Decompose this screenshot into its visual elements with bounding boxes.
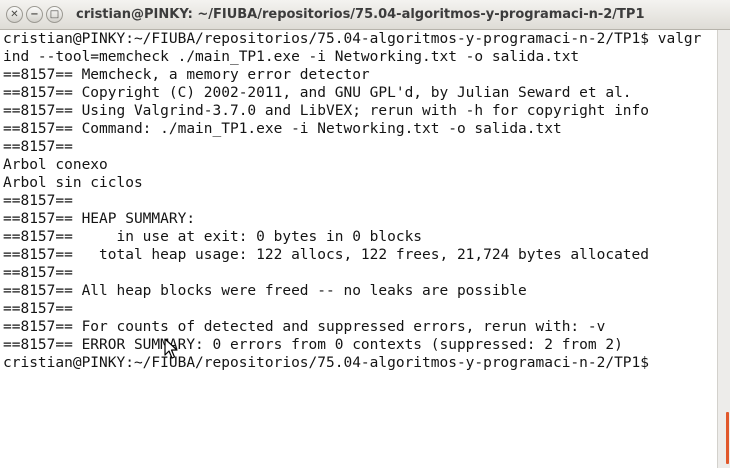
title-bar[interactable]: ✕ − □ cristian@PINKY: ~/FIUBA/repositori… [0, 0, 730, 30]
terminal-line: ==8157== in use at exit: 0 bytes in 0 bl… [3, 229, 423, 245]
terminal-line: ==8157== All heap blocks were freed -- n… [3, 283, 527, 299]
window-title: cristian@PINKY: ~/FIUBA/repositorios/75.… [76, 7, 645, 22]
terminal-line: ==8157== [3, 265, 73, 281]
terminal-line: ==8157== ERROR SUMMARY: 0 errors from 0 … [3, 337, 623, 353]
terminal-prompt: cristian@PINKY:~/FIUBA/repositorios/75.0… [3, 355, 650, 371]
terminal-window: ✕ − □ cristian@PINKY: ~/FIUBA/repositori… [0, 0, 730, 468]
terminal-line: cristian@PINKY:~/FIUBA/repositorios/75.0… [3, 31, 702, 47]
close-button[interactable]: ✕ [6, 6, 23, 23]
terminal-line: ==8157== [3, 139, 73, 155]
terminal-line: Arbol sin ciclos [3, 175, 143, 191]
terminal-line: Arbol conexo [3, 157, 108, 173]
terminal-line: ==8157== [3, 193, 73, 209]
terminal-line: ==8157== Copyright (C) 2002-2011, and GN… [3, 85, 632, 101]
terminal-line: ==8157== Using Valgrind-3.7.0 and LibVEX… [3, 103, 650, 119]
maximize-button[interactable]: □ [46, 6, 63, 23]
terminal-line: ==8157== HEAP SUMMARY: [3, 211, 196, 227]
vertical-scrollbar[interactable] [717, 30, 730, 468]
terminal-line: ==8157== total heap usage: 122 allocs, 1… [3, 247, 650, 263]
scrollbar-thumb[interactable] [726, 412, 729, 464]
terminal-line: ==8157== Memcheck, a memory error detect… [3, 67, 370, 83]
terminal-output[interactable]: cristian@PINKY:~/FIUBA/repositorios/75.0… [3, 30, 716, 466]
window-controls: ✕ − □ [6, 6, 63, 23]
terminal-line: ==8157== [3, 301, 73, 317]
terminal-line: ==8157== For counts of detected and supp… [3, 319, 606, 335]
mouse-pointer-icon [164, 338, 178, 359]
terminal-line: ind --tool=memcheck ./main_TP1.exe -i Ne… [3, 49, 580, 65]
terminal-line: ==8157== Command: ./main_TP1.exe -i Netw… [3, 121, 562, 137]
minimize-button[interactable]: − [26, 6, 43, 23]
